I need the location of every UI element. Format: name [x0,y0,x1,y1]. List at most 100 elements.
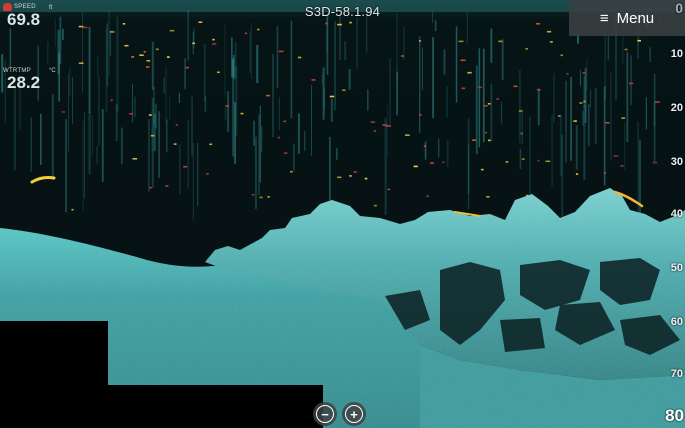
water-streak [132,83,133,123]
depth-label: 10 [670,48,683,60]
water-streak [9,28,12,68]
zoom-in-icon: + [345,405,363,423]
water-streak [105,28,108,113]
water-streak [116,17,119,112]
water-streak [62,28,64,40]
zoom-out-button[interactable]: − [313,402,337,426]
water-streak [258,115,260,196]
fish-target [481,168,484,171]
fish-target [329,95,335,98]
water-streak [482,48,485,143]
fish-target [175,124,178,126]
water-streak [626,52,629,142]
fish-target [353,171,357,173]
fish-target [461,87,466,90]
water-streak [583,105,586,181]
fish-target [486,196,490,198]
fish-target [173,143,177,145]
water-streak [330,98,333,122]
fish-target [426,195,429,197]
water-streak [586,58,588,91]
fish-target [566,73,569,75]
water-streak [51,94,54,180]
fish-target [110,99,113,102]
water-streak [561,134,564,217]
water-streak [259,106,261,183]
fish-target [251,194,255,196]
fish-target [621,117,626,119]
water-streak [235,66,238,136]
water-streak [179,144,181,195]
water-streak [169,96,171,120]
water-streak [387,102,388,157]
fish-target [549,41,553,43]
water-streak [434,20,437,31]
water-streak [446,140,449,167]
fish-target [521,158,525,160]
water-streak [575,125,578,170]
depth-label: 50 [670,262,683,274]
water-streak [389,58,391,125]
water-streak [68,73,69,152]
fish-target [547,30,552,33]
water-streak [13,85,16,170]
fish-target [169,29,175,32]
water-streak [134,96,136,118]
fish-target [573,120,577,122]
water-streak [82,12,83,94]
water-streak [356,17,358,69]
fish-target [575,173,579,175]
fish-target [277,136,280,139]
zoom-in-button[interactable]: + [342,402,366,426]
fish-target [165,185,169,187]
water-streak [165,119,168,153]
fish-target [149,186,152,189]
water-streak [637,121,639,216]
water-streak [69,66,71,97]
water-streak [590,89,592,108]
water-streak [178,92,180,103]
fish-target [225,105,229,107]
fish-target [629,82,634,85]
water-streak [253,120,255,146]
fish-target [458,40,464,43]
fish-target [150,134,155,137]
fish-target [558,115,561,117]
fish-target [266,94,270,97]
fish-target [166,56,170,58]
water-streak [467,118,470,195]
water-streak [424,141,427,160]
water-streak [97,56,99,77]
fish-target [325,22,328,25]
fish-target [267,196,270,198]
fish-target [185,66,189,69]
water-streak [553,73,555,123]
water-streak [501,39,504,81]
water-streak [624,122,626,170]
fish-target [401,55,404,57]
water-streak [348,69,351,90]
water-streak [649,47,652,63]
fish-target [146,66,150,68]
water-streak [278,97,280,130]
water-streak [163,77,165,94]
water-streak [630,55,632,105]
no-data-region [0,385,323,428]
fish-target [484,131,487,134]
water-streak [203,44,206,101]
water-streak [475,65,478,155]
fish-target [61,111,65,113]
fish-target [537,159,540,162]
fish-target [613,155,619,157]
fish-target [364,177,368,180]
water-streak [455,26,458,103]
fish-target [337,176,342,179]
fish-target [155,48,159,51]
water-streak [151,97,154,188]
depth-label: 20 [670,102,683,114]
water-streak [653,102,656,127]
fish-target [78,62,84,64]
fish-target [496,98,499,100]
menu-label: Menu [616,9,655,27]
water-streak [224,24,226,97]
